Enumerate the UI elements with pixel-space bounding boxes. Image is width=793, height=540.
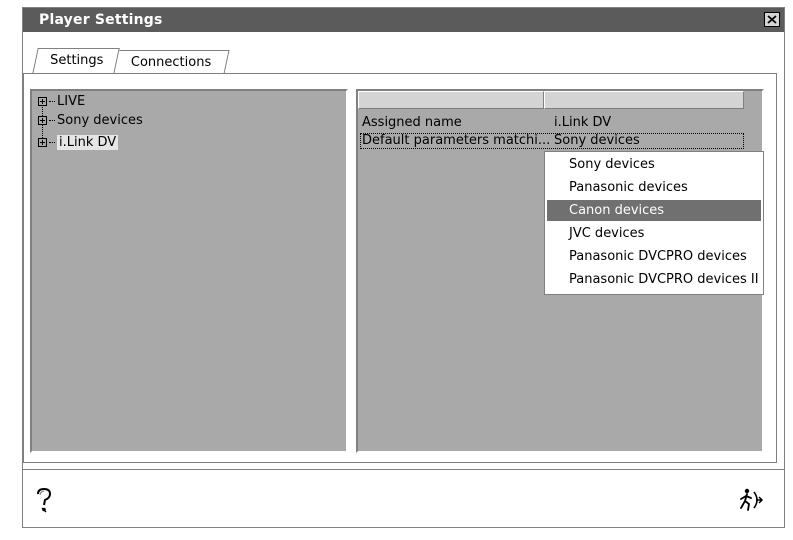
tree-item-label: LIVE xyxy=(57,93,86,109)
expand-icon[interactable] xyxy=(38,115,47,125)
dropdown-option[interactable]: Panasonic devices xyxy=(547,177,761,198)
column-header-value[interactable] xyxy=(544,91,744,109)
property-name: Default parameters matchi... xyxy=(362,133,551,148)
window-title: Player Settings xyxy=(39,12,163,28)
settings-panel: LIVE Sony devices i.Link DV Assigned nam… xyxy=(23,73,777,463)
title-bar[interactable]: Player Settings xyxy=(23,8,784,32)
exit-door-icon xyxy=(740,488,764,511)
property-name: Assigned name xyxy=(362,115,462,130)
dropdown-option[interactable]: Sony devices xyxy=(547,154,761,175)
tree-connector xyxy=(49,141,55,143)
dropdown-option[interactable]: Panasonic DVCPRO devices xyxy=(547,246,761,267)
property-value[interactable]: Sony devices xyxy=(554,133,640,148)
tree-connector xyxy=(49,119,55,121)
help-question-icon xyxy=(37,487,52,513)
close-icon xyxy=(767,15,777,24)
player-settings-window: Player Settings Settings Connections LIV… xyxy=(22,7,785,528)
dropdown-option-highlighted[interactable]: Canon devices xyxy=(547,200,761,221)
tab-connections-label: Connections xyxy=(130,55,212,70)
device-dropdown-list[interactable]: Sony devices Panasonic devices Canon dev… xyxy=(544,151,764,295)
tree-connector xyxy=(49,100,55,102)
expand-icon[interactable] xyxy=(38,96,47,106)
property-grid: Assigned name i.Link DV Default paramete… xyxy=(356,89,764,453)
expand-icon[interactable] xyxy=(38,137,47,147)
tree-item-sony-devices[interactable]: Sony devices xyxy=(38,111,143,129)
device-tree: LIVE Sony devices i.Link DV xyxy=(30,89,348,453)
dropdown-option[interactable]: Panasonic DVCPRO devices II xyxy=(547,269,761,290)
tree-item-label: Sony devices xyxy=(57,112,143,128)
exit-button[interactable] xyxy=(738,486,768,514)
tab-settings-label: Settings xyxy=(50,53,104,68)
tab-settings[interactable]: Settings xyxy=(32,48,120,74)
property-value: i.Link DV xyxy=(554,115,612,130)
help-button[interactable] xyxy=(33,486,55,514)
column-header-name[interactable] xyxy=(358,91,544,109)
tab-connections[interactable]: Connections xyxy=(114,50,230,74)
tree-item-label: i.Link DV xyxy=(57,134,119,150)
tree-item-ilink-dv[interactable]: i.Link DV xyxy=(38,133,119,151)
tree-item-live[interactable]: LIVE xyxy=(38,92,85,110)
close-button[interactable] xyxy=(764,12,780,27)
dropdown-option[interactable]: JVC devices xyxy=(547,223,761,244)
footer-divider xyxy=(23,469,784,470)
